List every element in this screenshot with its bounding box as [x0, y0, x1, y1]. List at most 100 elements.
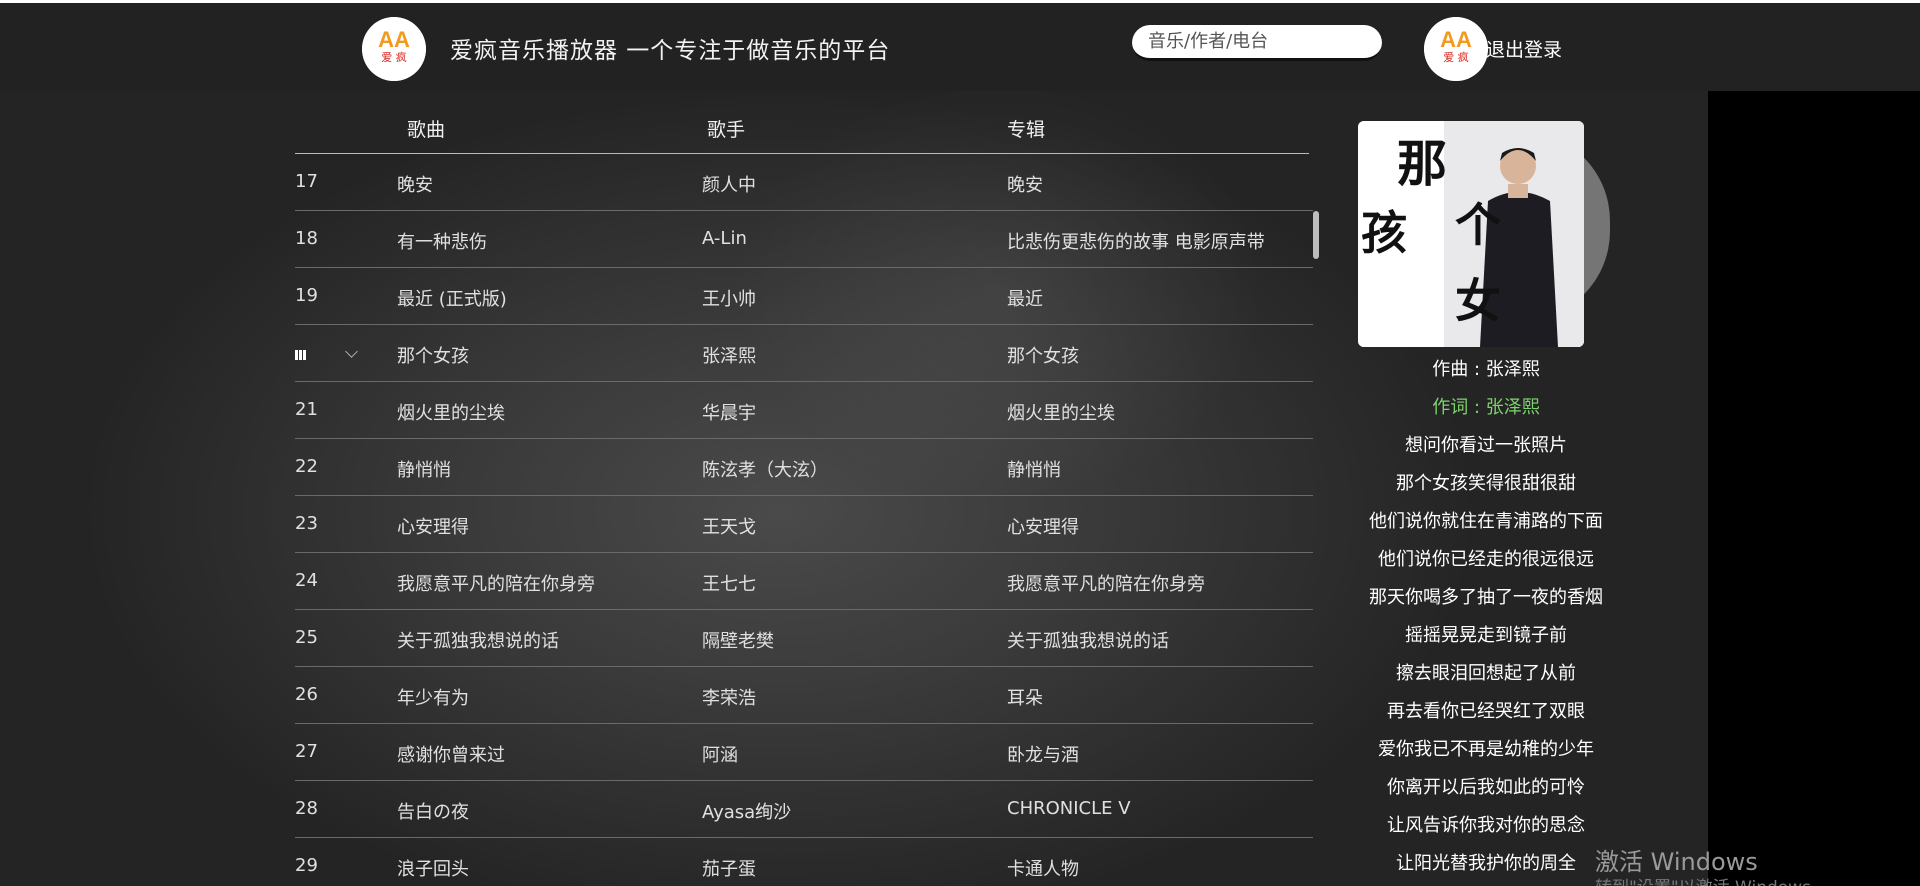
song-name[interactable]: 静悄悄	[397, 456, 451, 482]
column-header-song[interactable]: 歌曲	[407, 115, 445, 142]
song-name[interactable]: 浪子回头	[397, 855, 469, 881]
singer-name[interactable]: A-Lin	[702, 228, 747, 249]
album-name[interactable]: 最近	[1007, 285, 1043, 311]
row-number: 22	[295, 456, 318, 477]
table-row[interactable]: 28 告白の夜 Ayasa绚沙 CHRONICLE V	[295, 781, 1313, 838]
singer-name[interactable]: 李荣浩	[702, 684, 756, 710]
row-number: 21	[295, 399, 318, 420]
song-name[interactable]: 有一种悲伤	[397, 228, 487, 254]
table-row[interactable]: 25 关于孤独我想说的话 隔壁老樊 关于孤独我想说的话	[295, 610, 1313, 667]
column-header-album[interactable]: 专辑	[1007, 115, 1045, 142]
singer-name[interactable]: 张泽熙	[702, 342, 756, 368]
row-number: 28	[295, 798, 318, 819]
album-name[interactable]: 我愿意平凡的陪在你身旁	[1007, 570, 1205, 596]
activation-watermark: 激活 Windows	[1595, 848, 1758, 876]
cover-title-char-3: 女	[1455, 274, 1501, 328]
album-name[interactable]: 静悄悄	[1007, 456, 1061, 482]
row-number: 29	[295, 855, 318, 876]
album-name[interactable]: 心安理得	[1007, 513, 1079, 539]
right-blank-area	[1708, 91, 1920, 886]
top-header: AA 爱 疯 爱疯音乐播放器 一个专注于做音乐的平台 AA 爱 疯 退出登录	[0, 0, 1920, 91]
chevron-down-icon[interactable]	[345, 345, 358, 358]
cover-title-char-2: 个	[1455, 198, 1501, 252]
lyric-line: 再去看你已经哭红了双眼	[1387, 701, 1585, 722]
song-name[interactable]: 关于孤独我想说的话	[397, 627, 559, 653]
main-panel: 歌曲 歌手 专辑 17 晚安 颜人中 晚安 18 有一种悲伤 A-Lin 比悲伤更悲伤的故事 …	[0, 91, 1708, 886]
album-name[interactable]: 耳朵	[1007, 684, 1043, 710]
lyric-line: 那个女孩笑得很甜很甜	[1396, 473, 1576, 494]
album-name[interactable]: 卡通人物	[1007, 855, 1079, 881]
table-row[interactable]: 18 有一种悲伤 A-Lin 比悲伤更悲伤的故事 电影原声带	[295, 211, 1313, 268]
table-row[interactable]: 27 感谢你曾来过 阿涵 卧龙与酒	[295, 724, 1313, 781]
row-number: 17	[295, 171, 318, 192]
search-input[interactable]	[1132, 25, 1382, 61]
lyric-line: 擦去眼泪回想起了从前	[1396, 663, 1576, 684]
logo-sub-text: 爱 疯	[381, 50, 407, 64]
avatar-sub-text: 爱 疯	[1443, 50, 1469, 64]
album-name[interactable]: 晚安	[1007, 171, 1043, 197]
app-logo[interactable]: AA 爱 疯	[362, 17, 426, 81]
lyric-line: 他们说你已经走的很远很远	[1378, 549, 1594, 570]
lyric-line: 他们说你就住在青浦路的下面	[1369, 511, 1603, 532]
table-row[interactable]: 24 我愿意平凡的陪在你身旁 王七七 我愿意平凡的陪在你身旁	[295, 553, 1313, 610]
list-scrollbar[interactable]	[1313, 211, 1319, 259]
singer-name[interactable]: 陈泫孝（大泫）	[702, 456, 828, 482]
song-name[interactable]: 我愿意平凡的陪在你身旁	[397, 570, 595, 596]
logo-mark-text: AA	[378, 27, 410, 52]
singer-name[interactable]: 华晨宇	[702, 399, 756, 425]
album-name[interactable]: CHRONICLE V	[1007, 798, 1131, 819]
row-number: 19	[295, 285, 318, 306]
singer-name[interactable]: Ayasa绚沙	[702, 798, 791, 824]
song-name[interactable]: 年少有为	[397, 684, 469, 710]
logout-link[interactable]: 退出登录	[1486, 35, 1562, 62]
album-name[interactable]: 那个女孩	[1007, 342, 1079, 368]
album-name[interactable]: 烟火里的尘埃	[1007, 399, 1115, 425]
lyric-line: 作词 : 张泽熙	[1432, 397, 1540, 418]
lyric-line: 让风告诉你我对你的思念	[1387, 815, 1585, 836]
row-number: 23	[295, 513, 318, 534]
table-row[interactable]: 19 最近 (正式版) 王小帅 最近	[295, 268, 1313, 325]
singer-name[interactable]: 颜人中	[702, 171, 756, 197]
lyric-line: 爱你我已不再是幼稚的少年	[1378, 739, 1594, 760]
singer-name[interactable]: 王七七	[702, 570, 756, 596]
album-name[interactable]: 关于孤独我想说的话	[1007, 627, 1169, 653]
album-name[interactable]: 比悲伤更悲伤的故事 电影原声带	[1007, 228, 1265, 254]
avatar-mark-text: AA	[1440, 27, 1472, 52]
song-name[interactable]: 晚安	[397, 171, 433, 197]
album-cover[interactable]: 那 个 女 孩	[1358, 121, 1584, 347]
song-name[interactable]: 感谢你曾来过	[397, 741, 505, 767]
lyric-line: 摇摇晃晃走到镜子前	[1405, 625, 1567, 646]
table-row[interactable]: 17 晚安 颜人中 晚安	[295, 154, 1313, 211]
row-number: 24	[295, 570, 318, 591]
table-row[interactable]: 21 烟火里的尘埃 华晨宇 烟火里的尘埃	[295, 382, 1313, 439]
lyric-line: 那天你喝多了抽了一夜的香烟	[1369, 587, 1603, 608]
singer-name[interactable]: 隔壁老樊	[702, 627, 774, 653]
song-name[interactable]: 那个女孩	[397, 342, 469, 368]
table-row[interactable]: 那个女孩 张泽熙 那个女孩	[295, 325, 1313, 382]
row-number: 18	[295, 228, 318, 249]
user-avatar[interactable]: AA 爱 疯	[1424, 17, 1488, 81]
table-row[interactable]: 26 年少有为 李荣浩 耳朵	[295, 667, 1313, 724]
singer-name[interactable]: 王天戈	[702, 513, 756, 539]
column-header-singer[interactable]: 歌手	[707, 115, 745, 142]
lyric-line: 让阳光替我护你的周全	[1396, 853, 1576, 874]
row-number: 27	[295, 741, 318, 762]
table-row[interactable]: 22 静悄悄 陈泫孝（大泫） 静悄悄	[295, 439, 1313, 496]
lyric-line: 你离开以后我如此的可怜	[1387, 777, 1585, 798]
singer-name[interactable]: 王小帅	[702, 285, 756, 311]
song-name[interactable]: 烟火里的尘埃	[397, 399, 505, 425]
table-row[interactable]: 23 心安理得 王天戈 心安理得	[295, 496, 1313, 553]
activation-watermark-sub: 转到"设置"以激活 Windows。	[1595, 873, 1828, 886]
song-name[interactable]: 最近 (正式版)	[397, 285, 507, 311]
song-name[interactable]: 心安理得	[397, 513, 469, 539]
row-number: 26	[295, 684, 318, 705]
lyric-line: 作曲 : 张泽熙	[1432, 359, 1540, 380]
album-name[interactable]: 卧龙与酒	[1007, 741, 1079, 767]
cover-title-char-4: 孩	[1361, 206, 1407, 260]
cover-title-char-1: 那	[1397, 134, 1447, 193]
table-row[interactable]: 29 浪子回头 茄子蛋 卡通人物	[295, 838, 1313, 886]
singer-name[interactable]: 阿涵	[702, 741, 738, 767]
app-title: 爱疯音乐播放器 一个专注于做音乐的平台	[450, 38, 891, 64]
singer-name[interactable]: 茄子蛋	[702, 855, 756, 881]
song-name[interactable]: 告白の夜	[397, 798, 469, 824]
